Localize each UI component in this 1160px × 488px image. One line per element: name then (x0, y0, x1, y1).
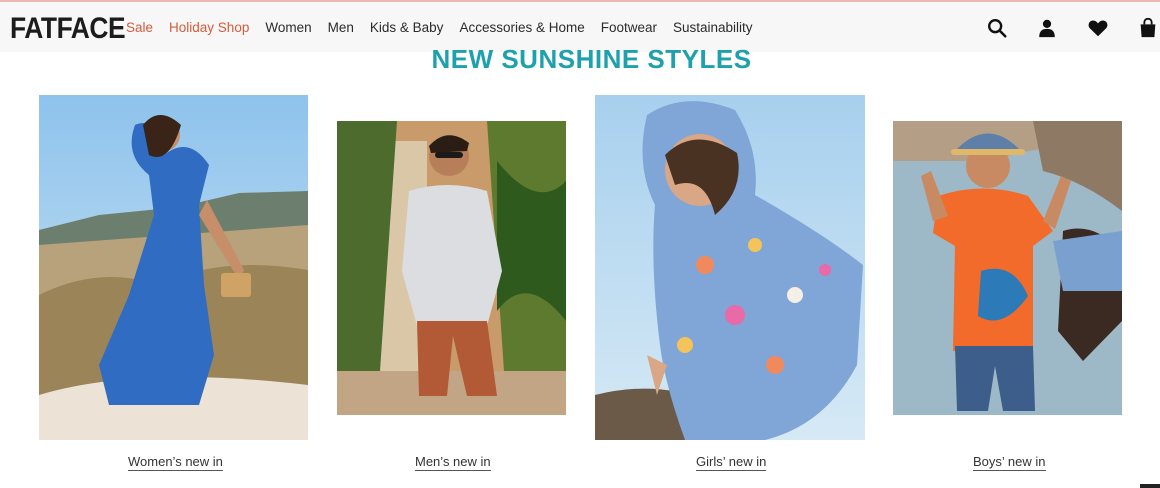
wishlist-heart-icon[interactable] (1087, 17, 1109, 39)
main-navigation: Sale Holiday Shop Women Men Kids & Baby … (126, 20, 769, 36)
scroll-corner-indicator (1140, 484, 1160, 488)
nav-item-holiday-shop[interactable]: Holiday Shop (169, 20, 249, 36)
boys-new-in-image[interactable] (893, 121, 1122, 415)
women-new-in-image[interactable] (39, 95, 308, 440)
nav-item-men[interactable]: Men (328, 20, 354, 36)
women-new-in-link[interactable]: Women’s new in (128, 454, 223, 471)
nav-item-women[interactable]: Women (265, 20, 311, 36)
brand-logo[interactable]: FATFACE (10, 12, 126, 46)
bag-icon[interactable] (1137, 17, 1159, 39)
girls-new-in-link[interactable]: Girls’ new in (696, 454, 767, 471)
men-new-in-link[interactable]: Men’s new in (415, 454, 491, 471)
nav-item-sale[interactable]: Sale (126, 20, 153, 36)
nav-item-kids-baby[interactable]: Kids & Baby (370, 20, 444, 36)
account-icon[interactable] (1036, 17, 1058, 39)
nav-item-footwear[interactable]: Footwear (601, 20, 657, 36)
boys-new-in-link[interactable]: Boys’ new in (973, 454, 1046, 471)
search-icon[interactable] (986, 17, 1008, 39)
promo-headline: NEW SUNSHINE STYLES (431, 44, 752, 74)
men-new-in-image[interactable] (337, 121, 566, 415)
nav-item-accessories-home[interactable]: Accessories & Home (459, 20, 584, 36)
girls-new-in-image[interactable] (595, 95, 865, 440)
nav-item-sustainability[interactable]: Sustainability (673, 20, 753, 36)
